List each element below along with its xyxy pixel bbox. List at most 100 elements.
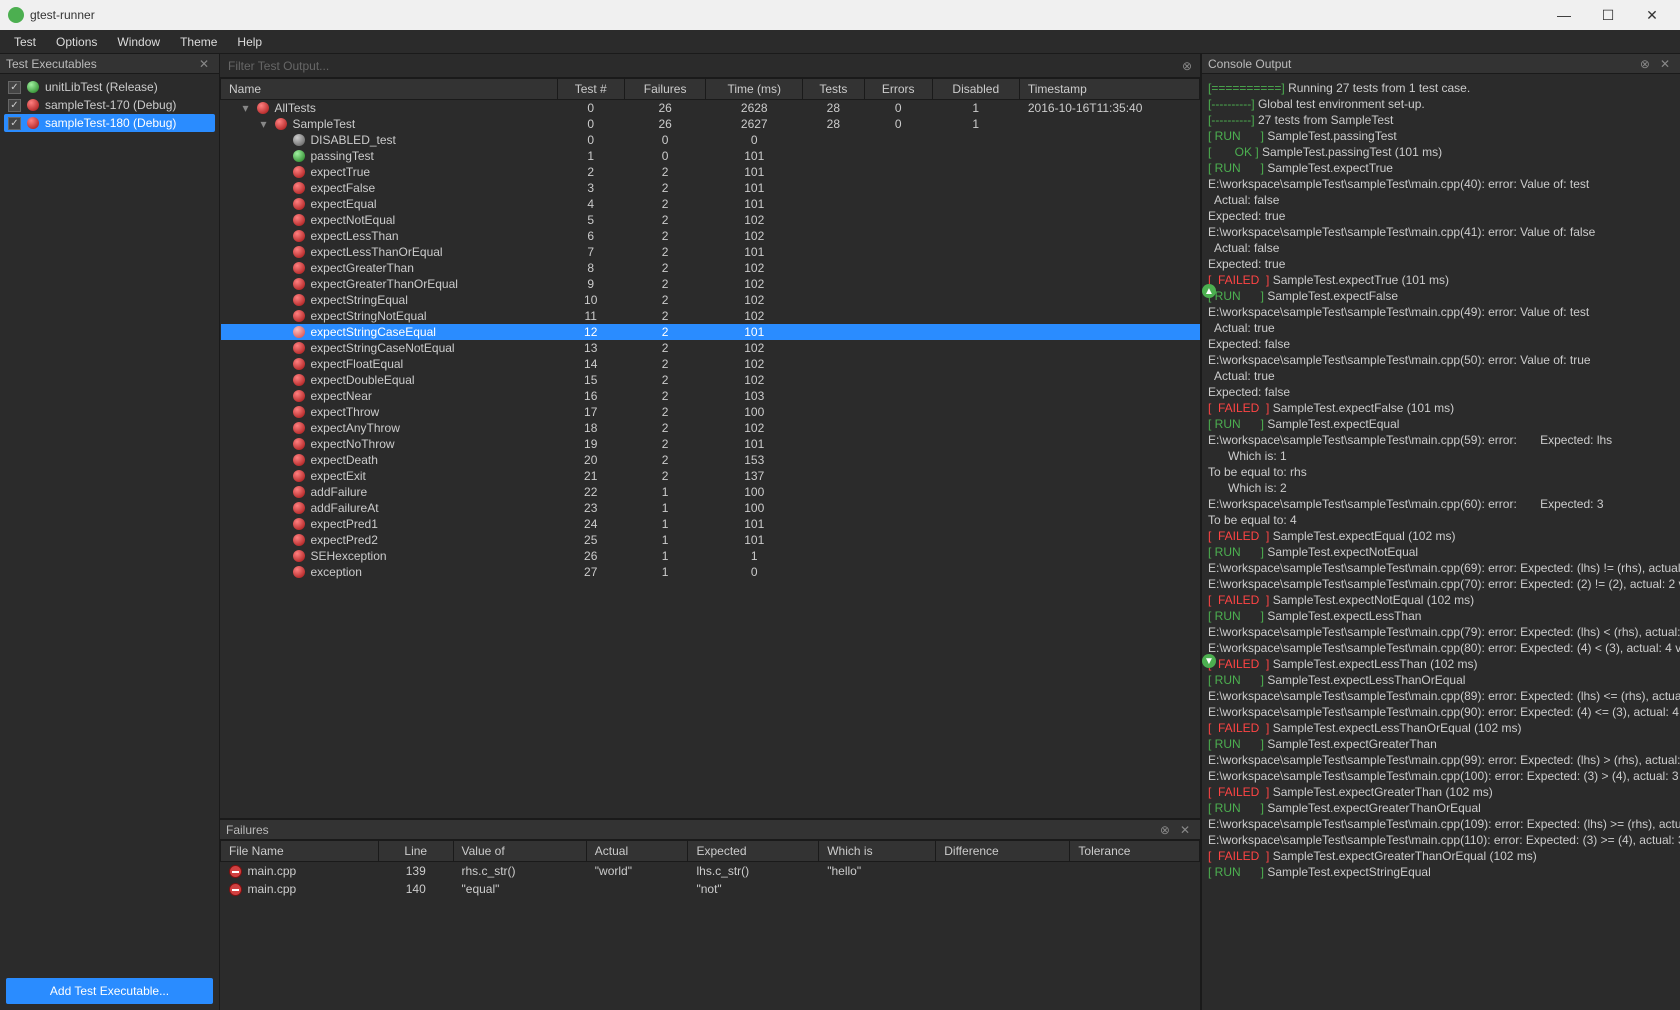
test-row[interactable]: expectGreaterThan 8 2 102 [221, 260, 1200, 276]
close-button[interactable]: ✕ [1632, 0, 1672, 30]
executable-item[interactable]: ✓ sampleTest-180 (Debug) [4, 114, 215, 132]
executable-item[interactable]: ✓ sampleTest-170 (Debug) [4, 96, 215, 114]
test-row[interactable]: expectGreaterThanOrEqual 9 2 102 [221, 276, 1200, 292]
test-row[interactable]: expectNoThrow 19 2 101 [221, 436, 1200, 452]
cell-testnum: 0 [557, 100, 624, 117]
close-console-icon[interactable]: ✕ [1656, 57, 1674, 71]
test-row[interactable]: addFailureAt 23 1 100 [221, 500, 1200, 516]
tests-tree-pane[interactable]: Name Test # Failures Time (ms) Tests Err… [220, 78, 1200, 820]
checkbox-icon[interactable]: ✓ [8, 99, 21, 112]
col-errors[interactable]: Errors [864, 79, 932, 100]
filter-input[interactable] [220, 54, 1174, 77]
menu-help[interactable]: Help [229, 33, 270, 51]
test-row[interactable]: expectPred1 24 1 101 [221, 516, 1200, 532]
failure-whichis: "hello" [819, 862, 936, 881]
failure-row[interactable]: main.cpp 139 rhs.c_str() "world" lhs.c_s… [221, 862, 1200, 881]
fcol-actual[interactable]: Actual [586, 841, 688, 862]
status-dot-icon [275, 118, 287, 130]
test-row[interactable]: SEHexception 26 1 1 [221, 548, 1200, 564]
add-executable-button[interactable]: Add Test Executable... [6, 978, 213, 1004]
col-tests[interactable]: Tests [803, 79, 865, 100]
status-dot-icon [293, 262, 305, 274]
cell-testnum: 2 [557, 164, 624, 180]
test-row[interactable]: expectFloatEqual 14 2 102 [221, 356, 1200, 372]
console-output[interactable]: ▲ ▼ [==========] Running 27 tests from 1… [1202, 74, 1680, 1010]
fcol-tolerance[interactable]: Tolerance [1070, 841, 1200, 862]
col-testnum[interactable]: Test # [557, 79, 624, 100]
col-failures[interactable]: Failures [624, 79, 706, 100]
test-row[interactable]: expectNear 16 2 103 [221, 388, 1200, 404]
checkbox-icon[interactable]: ✓ [8, 81, 21, 94]
menu-theme[interactable]: Theme [172, 33, 225, 51]
tests-table: Name Test # Failures Time (ms) Tests Err… [220, 78, 1200, 580]
test-row[interactable]: expectStringEqual 10 2 102 [221, 292, 1200, 308]
menu-options[interactable]: Options [48, 33, 105, 51]
close-failures-icon[interactable]: ✕ [1176, 823, 1194, 837]
tree-twisty-icon[interactable]: ▾ [259, 117, 269, 131]
clear-console-icon[interactable]: ⊗ [1636, 57, 1654, 71]
test-row[interactable]: DISABLED_test 0 0 0 [221, 132, 1200, 148]
status-dot-icon [293, 566, 305, 578]
test-name: DISABLED_test [311, 133, 396, 147]
test-row[interactable]: expectEqual 4 2 101 [221, 196, 1200, 212]
cell-time: 0 [706, 132, 803, 148]
scroll-up-marker-icon[interactable]: ▲ [1202, 284, 1216, 298]
test-row[interactable]: passingTest 1 0 101 [221, 148, 1200, 164]
failure-file: main.cpp [248, 864, 297, 878]
close-panel-icon[interactable]: ✕ [195, 57, 213, 71]
test-row[interactable]: ▾AllTests 0 26 2628 28 0 1 2016-10-16T11… [221, 100, 1200, 117]
test-row[interactable]: addFailure 22 1 100 [221, 484, 1200, 500]
cell-tests [803, 276, 865, 292]
clear-filter-icon[interactable]: ⊗ [1174, 59, 1200, 73]
test-row[interactable]: expectStringCaseNotEqual 13 2 102 [221, 340, 1200, 356]
menu-test[interactable]: Test [6, 33, 44, 51]
test-row[interactable]: expectDeath 20 2 153 [221, 452, 1200, 468]
cell-timestamp [1019, 180, 1199, 196]
col-timestamp[interactable]: Timestamp [1019, 79, 1199, 100]
col-name[interactable]: Name [221, 79, 558, 100]
test-row[interactable]: ▾SampleTest 0 26 2627 28 0 1 [221, 116, 1200, 132]
fcol-expected[interactable]: Expected [688, 841, 819, 862]
checkbox-icon[interactable]: ✓ [8, 117, 21, 130]
cell-testnum: 8 [557, 260, 624, 276]
test-name: expectStringCaseEqual [311, 325, 436, 339]
app-title: gtest-runner [30, 8, 95, 22]
col-time[interactable]: Time (ms) [706, 79, 803, 100]
col-disabled[interactable]: Disabled [932, 79, 1019, 100]
test-row[interactable]: expectLessThanOrEqual 7 2 101 [221, 244, 1200, 260]
status-dot-icon [293, 358, 305, 370]
clear-failures-icon[interactable]: ⊗ [1156, 823, 1174, 837]
failure-valueof: rhs.c_str() [453, 862, 586, 881]
maximize-button[interactable]: ☐ [1588, 0, 1628, 30]
executable-item[interactable]: ✓ unitLibTest (Release) [4, 78, 215, 96]
test-row[interactable]: expectPred2 25 1 101 [221, 532, 1200, 548]
minimize-button[interactable]: — [1544, 0, 1584, 30]
test-row[interactable]: expectNotEqual 5 2 102 [221, 212, 1200, 228]
cell-disabled: 1 [932, 116, 1019, 132]
menu-window[interactable]: Window [109, 33, 168, 51]
test-name: AllTests [275, 101, 316, 115]
test-row[interactable]: expectDoubleEqual 15 2 102 [221, 372, 1200, 388]
fcol-line[interactable]: Line [379, 841, 453, 862]
test-row[interactable]: exception 27 1 0 [221, 564, 1200, 580]
test-row[interactable]: expectStringNotEqual 11 2 102 [221, 308, 1200, 324]
test-row[interactable]: expectLessThan 6 2 102 [221, 228, 1200, 244]
test-row[interactable]: expectStringCaseEqual 12 2 101 [221, 324, 1200, 340]
test-row[interactable]: expectThrow 17 2 100 [221, 404, 1200, 420]
cell-time: 100 [706, 404, 803, 420]
fcol-difference[interactable]: Difference [936, 841, 1070, 862]
tree-twisty-icon[interactable]: ▾ [241, 101, 251, 115]
cell-errors [864, 260, 932, 276]
failure-row[interactable]: main.cpp 140 "equal" "not" [221, 880, 1200, 898]
fcol-whichis[interactable]: Which is [819, 841, 936, 862]
scroll-down-marker-icon[interactable]: ▼ [1202, 654, 1216, 668]
test-row[interactable]: expectTrue 2 2 101 [221, 164, 1200, 180]
cell-testnum: 26 [557, 548, 624, 564]
test-row[interactable]: expectFalse 3 2 101 [221, 180, 1200, 196]
test-row[interactable]: expectAnyThrow 18 2 102 [221, 420, 1200, 436]
cell-errors [864, 164, 932, 180]
fcol-valueof[interactable]: Value of [453, 841, 586, 862]
fcol-file[interactable]: File Name [221, 841, 379, 862]
test-row[interactable]: expectExit 21 2 137 [221, 468, 1200, 484]
cell-time: 102 [706, 276, 803, 292]
